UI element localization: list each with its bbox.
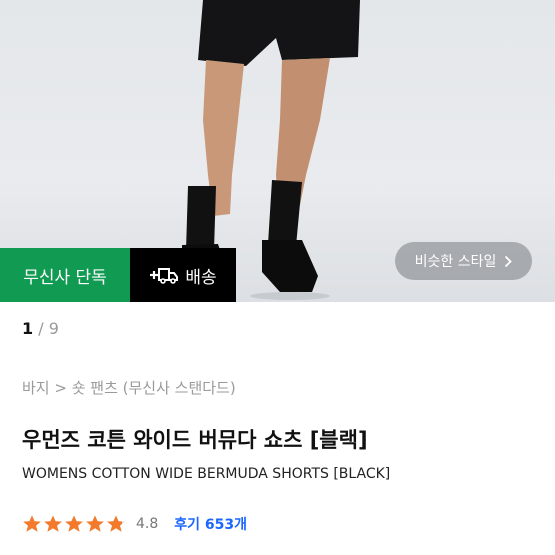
- similar-style-label: 비슷한 스타일: [414, 254, 497, 270]
- gallery-current: 1: [22, 319, 34, 338]
- shipping-badge-label: 배송: [185, 267, 217, 288]
- product-title-english: WOMENS COTTON WIDE BERMUDA SHORTS [BLACK…: [22, 466, 391, 482]
- star-icon: [107, 515, 125, 532]
- plus-truck-icon: [150, 268, 179, 284]
- gallery-total: 9: [48, 319, 59, 338]
- star-icon: [86, 515, 104, 532]
- star-icon: [44, 515, 62, 532]
- shipping-badge: 배송: [130, 248, 236, 302]
- gallery-counter: 1 / 9: [22, 319, 59, 338]
- star-icon: [23, 515, 41, 532]
- review-count-link[interactable]: 후기 653개: [174, 514, 247, 534]
- rating-row: 4.8 후기 653개: [22, 511, 247, 537]
- rating-score: 4.8: [136, 516, 159, 532]
- similar-style-button[interactable]: 비슷한 스타일: [395, 242, 532, 280]
- exclusive-badge: 무신사 단독: [0, 248, 130, 302]
- product-badges: 무신사 단독 배송: [0, 248, 236, 302]
- breadcrumb[interactable]: 바지 > 숏 팬츠 (무신사 스탠다드): [22, 377, 236, 398]
- product-title: 우먼즈 코튼 와이드 버뮤다 쇼츠 [블랙]: [22, 428, 368, 452]
- rating-stars: [22, 514, 126, 534]
- chevron-right-icon: [505, 255, 513, 267]
- star-icon: [65, 515, 83, 532]
- gallery-separator: /: [33, 319, 49, 338]
